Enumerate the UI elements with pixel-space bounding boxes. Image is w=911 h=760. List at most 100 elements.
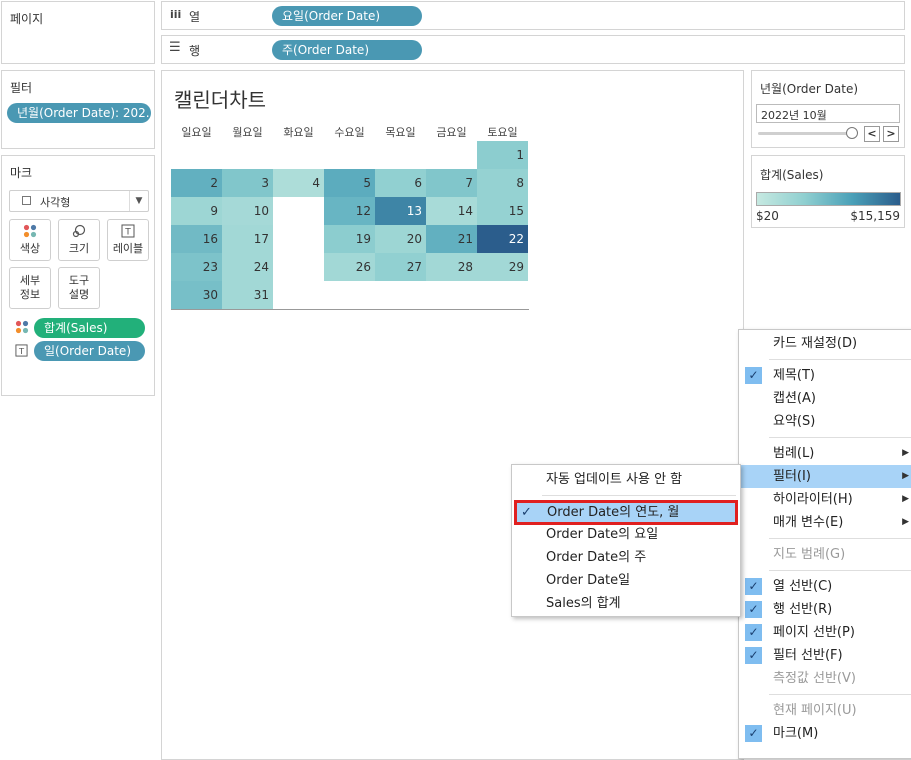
chevron-left-icon: < bbox=[867, 127, 877, 140]
context-menu-item-label: 범례(L) bbox=[773, 446, 815, 461]
context-menu-item-label: 측정값 선반(V) bbox=[773, 671, 856, 686]
submenu-arrow-icon: ▶ bbox=[902, 494, 909, 504]
marks-card: 마크 사각형 ▼ 색상 크기 T 레이블 세부 정보 도구 설명 합계(Sale… bbox=[1, 155, 155, 396]
calendar-day-cell[interactable]: 30 bbox=[171, 281, 222, 309]
calendar-day-cell[interactable]: 2 bbox=[171, 169, 222, 197]
calendar-day-cell[interactable]: 3 bbox=[222, 169, 273, 197]
context-menu-item[interactable]: 카드 재설정(D) bbox=[739, 332, 911, 355]
weekday-header: 목요일 bbox=[385, 126, 416, 139]
calendar-day-cell[interactable]: 10 bbox=[222, 197, 273, 225]
svg-text:T: T bbox=[18, 346, 25, 356]
color-dots-icon bbox=[15, 320, 29, 337]
calendar-day-cell[interactable]: 5 bbox=[324, 169, 375, 197]
worksheet-context-menu: 카드 재설정(D) ✓ 제목(T) 캡션(A) 요약(S) 범례(L) ▶ 필터(I) ▶ 하이라… bbox=[738, 329, 911, 759]
menu-separator bbox=[769, 570, 911, 571]
calendar-day-cell[interactable]: 26 bbox=[324, 253, 375, 281]
mark-type-dropdown[interactable]: 사각형 ▼ bbox=[9, 190, 149, 212]
columns-shelf-icon: iii bbox=[170, 8, 182, 21]
weekday-header: 일요일 bbox=[181, 126, 212, 139]
marks-size-button[interactable]: 크기 bbox=[58, 219, 100, 261]
marks-label-button[interactable]: T 레이블 bbox=[107, 219, 149, 261]
calendar-day-cell[interactable]: 17 bbox=[222, 225, 273, 253]
calendar-day-cell[interactable]: 16 bbox=[171, 225, 222, 253]
weekday-header: 화요일 bbox=[283, 126, 314, 139]
year-month-filter-card: 년월(Order Date) 2022년 10월 < > bbox=[751, 70, 905, 148]
columns-shelf[interactable]: iii 열 요일(Order Date) bbox=[161, 1, 905, 30]
context-menu-item[interactable]: 필터(I) ▶ bbox=[739, 465, 911, 488]
calendar-day-cell[interactable]: 6 bbox=[375, 169, 426, 197]
filter-pill-year-month[interactable]: 년월(Order Date): 202.. bbox=[7, 103, 151, 123]
filter-submenu-item[interactable]: ✓ Order Date의 연도, 월 bbox=[514, 500, 738, 525]
color-legend-card: 합계(Sales) $20 $15,159 bbox=[751, 155, 905, 228]
context-menu-item[interactable]: 매개 변수(E) ▶ bbox=[739, 511, 911, 534]
next-month-button[interactable]: > bbox=[883, 126, 899, 142]
prev-month-button[interactable]: < bbox=[864, 126, 880, 142]
calendar-day-cell[interactable]: 28 bbox=[426, 253, 477, 281]
context-menu-item[interactable]: ✓ 열 선반(C) bbox=[739, 575, 911, 598]
filter-submenu-item[interactable]: Order Date의 요일 bbox=[512, 523, 740, 546]
calendar-day-cell[interactable]: 23 bbox=[171, 253, 222, 281]
calendar-day-cell[interactable]: 24 bbox=[222, 253, 273, 281]
view-title: 캘린더차트 bbox=[174, 88, 266, 112]
context-menu-item[interactable]: ✓ 페이지 선반(P) bbox=[739, 621, 911, 644]
calendar-day-cell[interactable]: 8 bbox=[477, 169, 528, 197]
mark-type-label: 사각형 bbox=[40, 196, 71, 209]
context-menu-item[interactable]: 하이라이터(H) ▶ bbox=[739, 488, 911, 511]
filter-submenu-item[interactable]: 자동 업데이트 사용 안 함 bbox=[512, 468, 740, 491]
calendar-day-cell[interactable]: 31 bbox=[222, 281, 273, 309]
calendar-day-cell[interactable]: 21 bbox=[426, 225, 477, 253]
calendar-day-cell[interactable]: 9 bbox=[171, 197, 222, 225]
calendar-day-cell[interactable]: 7 bbox=[426, 169, 477, 197]
context-menu-item[interactable]: 범례(L) ▶ bbox=[739, 442, 911, 465]
context-menu-item-label: 필터 선반(F) bbox=[773, 648, 843, 663]
weekday-header: 월요일 bbox=[232, 126, 263, 139]
color-legend-min: $20 bbox=[756, 209, 779, 223]
marks-pill-day-order-date[interactable]: 일(Order Date) bbox=[34, 341, 145, 361]
filter-submenu-item[interactable]: Sales의 합계 bbox=[512, 592, 740, 615]
calendar-day-cell[interactable]: 12 bbox=[324, 197, 375, 225]
calendar-day-cell[interactable]: 22 bbox=[477, 225, 528, 253]
filter-submenu-item[interactable]: Order Date일 bbox=[512, 569, 740, 592]
year-month-slider-track[interactable] bbox=[758, 132, 854, 135]
filters-card: 필터 년월(Order Date): 202.. bbox=[1, 70, 155, 149]
menu-separator bbox=[769, 437, 911, 438]
calendar-day-cell[interactable]: 13 bbox=[375, 197, 426, 225]
checkmark-icon: ✓ bbox=[745, 725, 762, 742]
calendar-day-cell[interactable]: 15 bbox=[477, 197, 528, 225]
year-month-filter-input[interactable]: 2022년 10월 bbox=[756, 104, 900, 123]
checkmark-icon: ✓ bbox=[745, 647, 762, 664]
marks-tooltip-button[interactable]: 도구 설명 bbox=[58, 267, 100, 309]
context-menu-item-label: 매개 변수(E) bbox=[773, 515, 844, 530]
marks-tooltip-label: 도구 설명 bbox=[68, 274, 90, 301]
context-menu-item[interactable]: ✓ 행 선반(R) bbox=[739, 598, 911, 621]
calendar-day-cell[interactable]: 27 bbox=[375, 253, 426, 281]
calendar-day-cell[interactable]: 20 bbox=[375, 225, 426, 253]
marks-pill-sum-sales[interactable]: 합계(Sales) bbox=[34, 318, 145, 338]
rows-shelf-label: 행 bbox=[189, 44, 201, 58]
context-menu-item[interactable]: ✓ 마크(M) bbox=[739, 722, 911, 745]
pages-title: 페이지 bbox=[10, 12, 44, 26]
calendar-day-cell[interactable]: 29 bbox=[477, 253, 528, 281]
checkmark-icon: ✓ bbox=[745, 578, 762, 595]
marks-color-button[interactable]: 색상 bbox=[9, 219, 51, 261]
rows-shelf[interactable]: ☰ 행 주(Order Date) bbox=[161, 35, 905, 64]
columns-pill-weekday[interactable]: 요일(Order Date) bbox=[272, 6, 422, 26]
year-month-slider-handle[interactable] bbox=[846, 127, 858, 139]
size-circle-icon bbox=[59, 224, 99, 242]
calendar-day-cell[interactable]: 1 bbox=[477, 141, 528, 169]
rows-pill-week[interactable]: 주(Order Date) bbox=[272, 40, 422, 60]
filter-submenu-item[interactable]: Order Date의 주 bbox=[512, 546, 740, 569]
context-menu-item[interactable]: ✓ 필터 선반(F) bbox=[739, 644, 911, 667]
menu-separator bbox=[769, 359, 911, 360]
context-menu-item: 현재 페이지(U) bbox=[739, 699, 911, 722]
context-menu-item[interactable]: 요약(S) bbox=[739, 410, 911, 433]
marks-detail-button[interactable]: 세부 정보 bbox=[9, 267, 51, 309]
context-menu-item[interactable]: 캡션(A) bbox=[739, 387, 911, 410]
calendar-day-cell[interactable]: 4 bbox=[273, 169, 324, 197]
marks-label-label: 레이블 bbox=[112, 242, 144, 255]
calendar-day-cell[interactable]: 19 bbox=[324, 225, 375, 253]
color-legend-max: $15,159 bbox=[850, 209, 900, 223]
context-menu-item[interactable]: ✓ 제목(T) bbox=[739, 364, 911, 387]
marks-color-label: 색상 bbox=[19, 242, 41, 255]
calendar-day-cell[interactable]: 14 bbox=[426, 197, 477, 225]
